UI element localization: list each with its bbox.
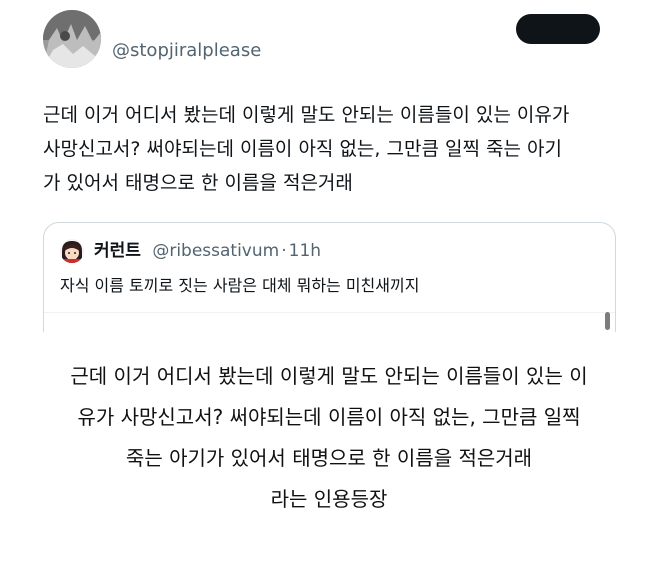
quoted-author-handle[interactable]: @ribessativum xyxy=(152,241,279,261)
caption-text: 근데 이거 어디서 봤는데 이렇게 말도 안되는 이름들이 있는 이 유가 사망… xyxy=(0,356,658,520)
quoted-tweet-time[interactable]: 11h xyxy=(289,241,321,261)
quoted-tweet-card[interactable]: 커런트 @ribessativum · 11h 자식 이름 토끼로 짓는 사람은 대… xyxy=(43,222,616,332)
quoted-author-avatar[interactable] xyxy=(60,239,84,263)
author-handle[interactable]: @stopjiralplease xyxy=(112,39,261,63)
tweet-screenshot: @stopjiralplease 근데 이거 어디서 봤는데 이렇게 말도 안되… xyxy=(0,0,624,332)
caption-line: 라는 인용등장 xyxy=(270,487,388,511)
caption-line: 근데 이거 어디서 봤는데 이렇게 말도 안되는 이름들이 있는 이 xyxy=(70,364,588,388)
caption-line: 유가 사망신고서? 써야되는데 이름이 아직 없는, 그만큼 일찍 xyxy=(77,405,581,429)
meta-separator: · xyxy=(281,241,287,261)
scrollbar-thumb[interactable] xyxy=(605,312,610,330)
author-avatar[interactable] xyxy=(43,10,101,68)
follow-button[interactable] xyxy=(516,14,600,44)
quoted-author-name[interactable]: 커런트 xyxy=(94,241,141,261)
card-divider xyxy=(44,312,615,313)
caption-line: 죽는 아기가 있어서 태명으로 한 이름을 적은거래 xyxy=(125,446,533,470)
quoted-tweet-header: 커런트 @ribessativum · 11h xyxy=(94,239,321,263)
tweet-text: 근데 이거 어디서 봤는데 이렇게 말도 안되는 이름들이 있는 이유가 사망신… xyxy=(43,104,570,194)
quoted-tweet-text: 자식 이름 토끼로 짓는 사람은 대체 뭐하는 미친새끼지 xyxy=(60,276,420,295)
